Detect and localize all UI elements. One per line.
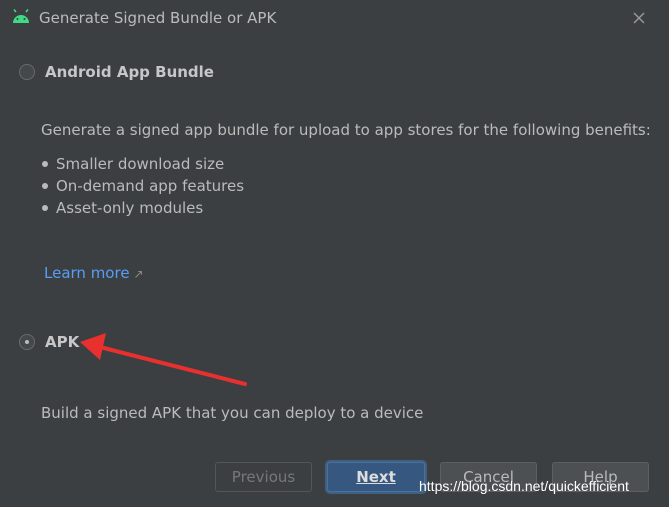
learn-more-label: Learn more bbox=[44, 264, 130, 282]
apk-label[interactable]: APK bbox=[45, 333, 79, 351]
close-icon bbox=[633, 12, 645, 24]
previous-button[interactable]: Previous bbox=[215, 462, 312, 492]
apk-description: Build a signed APK that you can deploy t… bbox=[41, 404, 424, 422]
bundle-description: Generate a signed app bundle for upload … bbox=[41, 121, 651, 139]
benefits-list: Smaller download size On-demand app feat… bbox=[42, 153, 244, 219]
benefit-item: Asset-only modules bbox=[42, 197, 244, 219]
title-bar: Generate Signed Bundle or APK bbox=[0, 0, 669, 36]
watermark-text: https://blog.csdn.net/quickefficient bbox=[419, 478, 629, 494]
external-link-arrow-icon: ↗ bbox=[133, 267, 144, 281]
benefit-item: Smaller download size bbox=[42, 153, 244, 175]
android-icon bbox=[13, 9, 29, 23]
learn-more-link[interactable]: Learn more ↗ bbox=[44, 264, 144, 282]
window-title: Generate Signed Bundle or APK bbox=[39, 9, 277, 27]
next-button[interactable]: Next bbox=[327, 462, 425, 492]
bundle-label[interactable]: Android App Bundle bbox=[45, 63, 214, 81]
benefit-item: On-demand app features bbox=[42, 175, 244, 197]
bundle-radio[interactable] bbox=[19, 64, 35, 80]
close-button[interactable] bbox=[627, 6, 651, 30]
apk-radio[interactable] bbox=[19, 334, 35, 350]
